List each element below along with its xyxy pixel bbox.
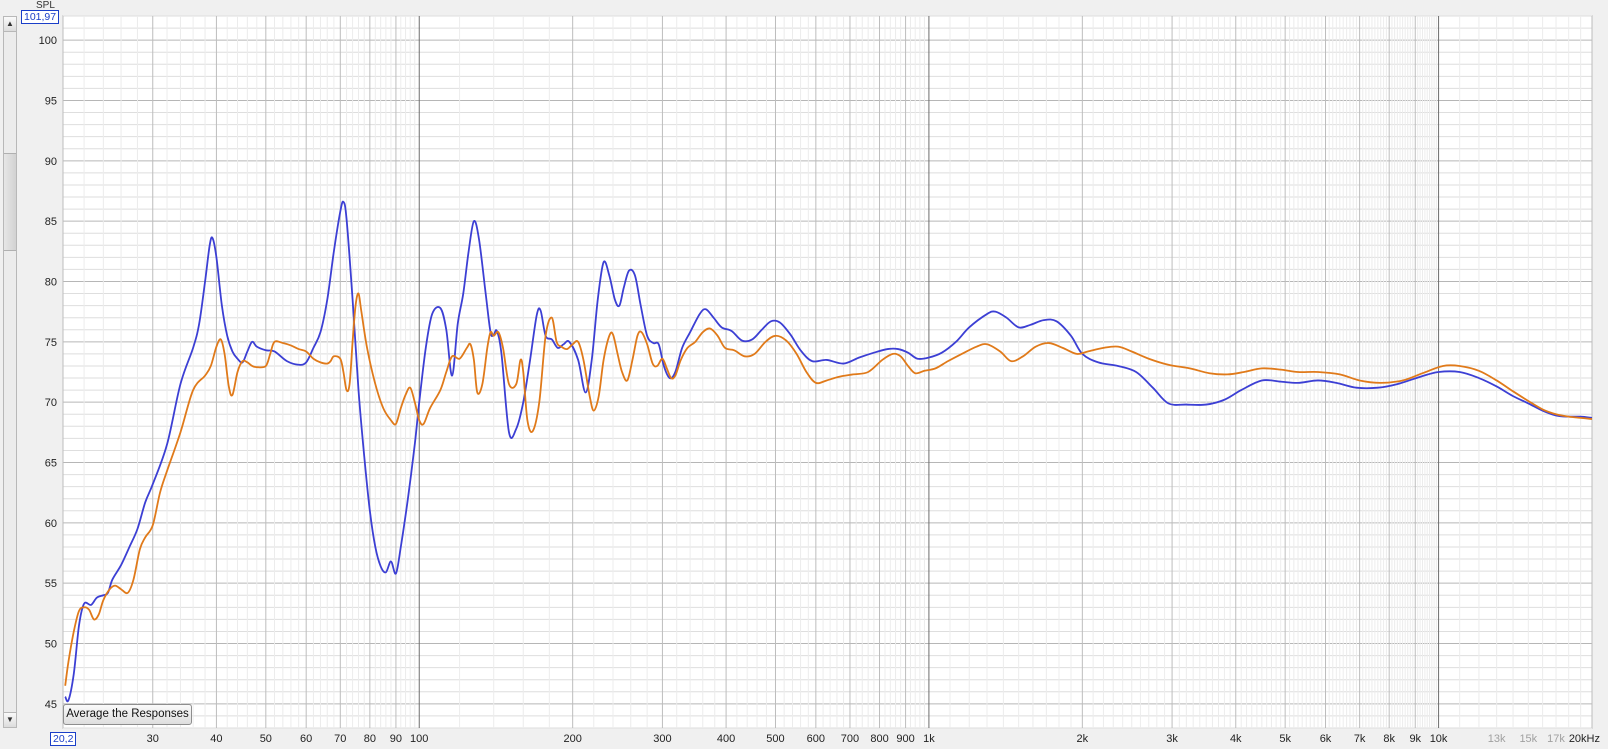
x-tick-label: 600 (807, 733, 825, 745)
x-tick-label: 3k (1166, 733, 1178, 745)
x-tick-label: 5k (1279, 733, 1291, 745)
x-tick-label: 200 (563, 733, 581, 745)
scroll-thumb[interactable] (4, 153, 16, 251)
y-tick-label: 70 (45, 397, 57, 409)
vertical-scrollbar[interactable]: ▲ ▼ (3, 16, 17, 728)
x-tick-label: 900 (896, 733, 914, 745)
average-responses-button[interactable]: Average the Responses (63, 704, 192, 725)
x-tick-label: 80 (364, 733, 376, 745)
y-range-top-readout[interactable]: 101,97 (21, 10, 60, 24)
x-tick-label: 4k (1230, 733, 1242, 745)
scroll-down-button[interactable]: ▼ (4, 712, 16, 727)
y-tick-label: 85 (45, 216, 57, 228)
x-tick-label: 17k (1547, 733, 1565, 745)
x-range-left-readout[interactable]: 20,2 (50, 732, 77, 746)
x-tick-label: 7k (1354, 733, 1366, 745)
x-tick-label: 90 (390, 733, 402, 745)
y-tick-label: 95 (45, 95, 57, 107)
y-tick-label: 100 (39, 35, 57, 47)
y-tick-label: 65 (45, 458, 57, 470)
frequency-response-chart[interactable]: 45 50 55 60 65 70 75 80 85 90 95 100 30 40 50 60 70 80 90 1… (0, 0, 1608, 749)
y-tick-label: 60 (45, 518, 57, 530)
y-tick-label: 50 (45, 639, 57, 651)
x-tick-label: 50 (260, 733, 272, 745)
x-tick-label: 100 (410, 733, 428, 745)
y-tick-label: 75 (45, 337, 57, 349)
x-tick-label: 70 (334, 733, 346, 745)
x-tick-label: 15k (1519, 733, 1537, 745)
y-tick-label: 80 (45, 276, 57, 288)
x-tick-label: 30 (147, 733, 159, 745)
y-tick-label: 55 (45, 578, 57, 590)
x-tick-label: 400 (717, 733, 735, 745)
x-tick-label: 500 (766, 733, 784, 745)
x-tick-label: 9k (1409, 733, 1421, 745)
x-tick-label: 40 (210, 733, 222, 745)
scroll-up-button[interactable]: ▲ (4, 17, 16, 32)
x-tick-label: 20kHz (1569, 733, 1600, 745)
x-tick-label: 8k (1383, 733, 1395, 745)
x-tick-label: 1k (923, 733, 935, 745)
y-tick-label: 90 (45, 156, 57, 168)
x-tick-label: 700 (841, 733, 859, 745)
x-tick-label: 300 (653, 733, 671, 745)
x-tick-label: 10k (1430, 733, 1448, 745)
x-tick-label: 2k (1077, 733, 1089, 745)
x-tick-label: 13k (1488, 733, 1506, 745)
y-tick-label: 45 (45, 699, 57, 711)
x-tick-label: 60 (300, 733, 312, 745)
x-tick-label: 6k (1320, 733, 1332, 745)
x-tick-label: 800 (870, 733, 888, 745)
